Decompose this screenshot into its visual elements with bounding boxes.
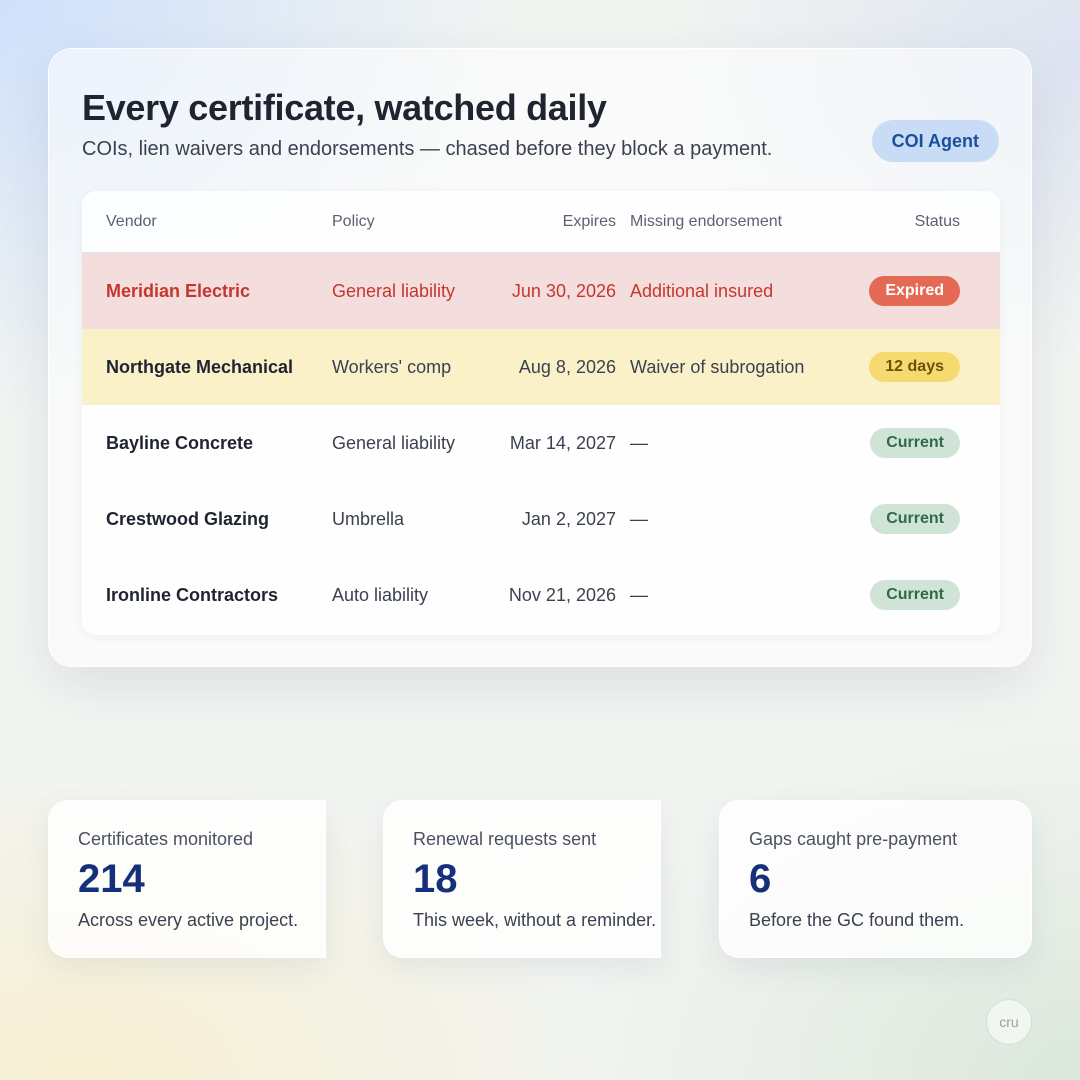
policy-type: Umbrella [332, 508, 405, 529]
stat-card-gaps-caught: Gaps caught pre-payment 6 Before the GC … [719, 800, 1032, 958]
policy-type: Auto liability [332, 584, 429, 605]
table-row[interactable]: Crestwood Glazing Umbrella Jan 2, 2027 —… [82, 481, 1000, 557]
card-subtitle: COIs, lien waivers and endorsements — ch… [82, 138, 773, 160]
status-cell: Current [870, 557, 960, 633]
vendor-name: Northgate Mechanical [106, 356, 294, 377]
stat-description: Across every active project. [78, 910, 299, 930]
status-badge: 12 days [869, 352, 960, 382]
status-badge: Current [870, 428, 960, 458]
table-header: Vendor Policy Expires Missing endorsemen… [82, 191, 1000, 253]
stat-value: 214 [78, 857, 145, 901]
status-badge: Current [870, 504, 960, 534]
stat-label: Gaps caught pre-payment [749, 829, 958, 849]
coi-agent-badge[interactable]: COI Agent [871, 120, 999, 162]
expiry-date: Jun 30, 2026 [511, 280, 616, 301]
status-badge: Expired [869, 276, 960, 306]
vendor-name: Crestwood Glazing [106, 508, 270, 529]
vendor-name: Meridian Electric [106, 280, 251, 301]
certificates-table: Vendor Policy Expires Missing endorsemen… [82, 191, 1000, 635]
expiry-date: Aug 8, 2026 [518, 356, 616, 377]
vendor-name: Ironline Contractors [106, 584, 279, 605]
table-row[interactable]: Ironline Contractors Auto liability Nov … [82, 557, 1000, 633]
status-cell: 12 days [869, 329, 960, 405]
card-title: Every certificate, watched daily [82, 87, 607, 128]
table-row[interactable]: Meridian Electric General liability Jun … [82, 253, 1000, 329]
column-header-status[interactable]: Status [915, 191, 960, 252]
status-cell: Current [870, 481, 960, 557]
stat-description: Before the GC found them. [749, 910, 965, 930]
missing-endorsement: Additional insured [630, 280, 774, 301]
expiry-date: Jan 2, 2027 [521, 508, 616, 529]
expiry-date: Mar 14, 2027 [509, 432, 616, 453]
policy-type: General liability [332, 280, 456, 301]
vendor-name: Bayline Concrete [106, 432, 254, 453]
column-header-missing-endorsement[interactable]: Missing endorsement [630, 191, 782, 252]
stat-label: Renewal requests sent [413, 829, 597, 849]
table-row[interactable]: Northgate Mechanical Workers' comp Aug 8… [82, 329, 1000, 405]
stat-value: 6 [749, 857, 772, 901]
stat-card-renewal-requests: Renewal requests sent 18 This week, with… [383, 800, 661, 958]
missing-endorsement: — [630, 584, 648, 605]
missing-endorsement: — [630, 432, 648, 453]
stat-label: Certificates monitored [78, 829, 254, 849]
status-badge: Current [870, 580, 960, 610]
stat-card-certificates-monitored: Certificates monitored 214 Across every … [48, 800, 326, 958]
missing-endorsement: Waiver of subrogation [630, 356, 805, 377]
column-header-policy[interactable]: Policy [332, 191, 375, 252]
certificate-tracker-card: Every certificate, watched daily COIs, l… [48, 48, 1032, 667]
expiry-date: Nov 21, 2026 [508, 584, 616, 605]
table-row[interactable]: Bayline Concrete General liability Mar 1… [82, 405, 1000, 481]
stat-value: 18 [413, 857, 458, 901]
policy-type: General liability [332, 432, 456, 453]
column-header-vendor[interactable]: Vendor [106, 191, 157, 252]
policy-type: Workers' comp [332, 356, 452, 377]
brand-logo: cru [986, 999, 1032, 1045]
stat-description: This week, without a reminder. [413, 910, 657, 930]
status-cell: Expired [869, 253, 960, 329]
missing-endorsement: — [630, 508, 648, 529]
column-header-expires[interactable]: Expires [563, 191, 616, 252]
status-cell: Current [870, 405, 960, 481]
